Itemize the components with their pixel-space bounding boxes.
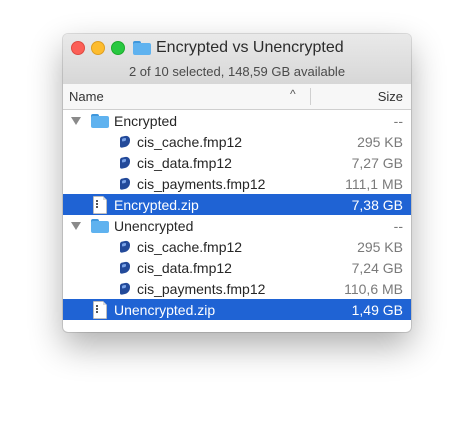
file-size: -- — [393, 113, 403, 129]
file-name: cis_cache.fmp12 — [137, 134, 243, 150]
filemaker-db-icon — [120, 239, 130, 254]
file-row[interactable]: cis_data.fmp12 7,27 GB — [63, 152, 411, 173]
file-size: 295 KB — [357, 239, 403, 255]
file-name: Unencrypted.zip — [114, 302, 216, 318]
file-row[interactable]: cis_data.fmp12 7,24 GB — [63, 257, 411, 278]
folder-row[interactable]: Unencrypted -- — [63, 215, 411, 236]
disclosure-triangle-icon[interactable] — [71, 222, 81, 230]
file-row[interactable]: Unencrypted.zip 1,49 GB — [63, 299, 411, 320]
zip-document-icon — [93, 301, 107, 319]
file-name: cis_payments.fmp12 — [137, 281, 266, 297]
file-row[interactable]: cis_cache.fmp12 295 KB — [63, 131, 411, 152]
file-name: cis_data.fmp12 — [137, 155, 232, 171]
file-size: 7,38 GB — [351, 197, 403, 213]
file-name: cis_data.fmp12 — [137, 260, 232, 276]
filemaker-db-icon — [120, 176, 130, 191]
file-row[interactable]: cis_payments.fmp12 110,6 MB — [63, 278, 411, 299]
window-title-group: Encrypted vs Unencrypted — [133, 38, 344, 58]
file-size: 111,1 MB — [345, 176, 403, 192]
size-column-header[interactable]: Size — [378, 89, 403, 104]
filemaker-db-icon — [120, 134, 130, 149]
file-name: Encrypted — [114, 113, 178, 129]
file-name: Encrypted.zip — [114, 197, 199, 213]
filemaker-db-icon — [120, 155, 130, 170]
close-button[interactable] — [71, 41, 85, 55]
sort-ascending-icon[interactable]: ^ — [290, 87, 296, 101]
file-size: -- — [393, 218, 403, 234]
zoom-button[interactable] — [111, 41, 125, 55]
file-name: Unencrypted — [114, 218, 194, 234]
name-column-header[interactable]: Name — [69, 89, 104, 104]
title-bar[interactable]: Encrypted vs Unencrypted 2 of 10 selecte… — [63, 34, 411, 85]
folder-icon — [133, 41, 151, 55]
file-row[interactable]: cis_cache.fmp12 295 KB — [63, 236, 411, 257]
file-name: cis_cache.fmp12 — [137, 239, 243, 255]
file-size: 7,24 GB — [351, 260, 403, 276]
file-name: cis_payments.fmp12 — [137, 176, 266, 192]
zip-document-icon — [93, 196, 107, 214]
column-header: Name ^ Size — [63, 84, 411, 110]
file-row[interactable]: cis_payments.fmp12 111,1 MB — [63, 173, 411, 194]
file-size: 7,27 GB — [351, 155, 403, 171]
file-size: 1,49 GB — [351, 302, 403, 318]
finder-window: Encrypted vs Unencrypted 2 of 10 selecte… — [63, 34, 411, 332]
folder-icon — [91, 114, 109, 128]
window-title: Encrypted vs Unencrypted — [156, 39, 344, 56]
minimize-button[interactable] — [91, 41, 105, 55]
filemaker-db-icon — [120, 260, 130, 275]
file-size: 295 KB — [357, 134, 403, 150]
filemaker-db-icon — [120, 281, 130, 296]
file-row[interactable]: Encrypted.zip 7,38 GB — [63, 194, 411, 215]
file-list: Encrypted -- cis_cache.fmp12 295 KB cis_data… — [63, 110, 411, 320]
file-size: 110,6 MB — [344, 281, 403, 297]
column-divider[interactable] — [310, 88, 311, 105]
disclosure-triangle-icon[interactable] — [71, 117, 81, 125]
folder-icon — [91, 219, 109, 233]
folder-row[interactable]: Encrypted -- — [63, 110, 411, 131]
status-bar-text: 2 of 10 selected, 148,59 GB available — [128, 64, 346, 79]
